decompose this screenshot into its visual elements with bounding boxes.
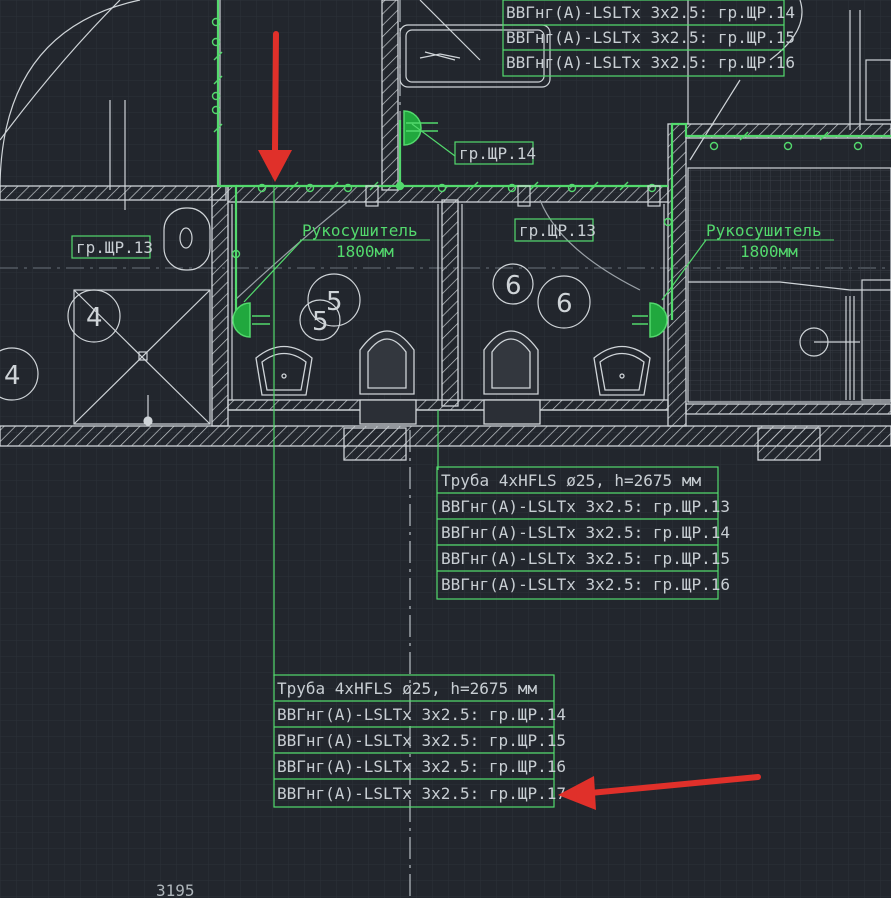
group-label-left: гр.ЩР.13 — [76, 238, 153, 257]
dimension-label: 3195 — [156, 881, 195, 898]
room-number-left-a: 4 — [86, 303, 103, 333]
group-label-middle: гр.ЩР.13 — [519, 221, 596, 240]
callout-bottom-row-3: ВВГнг(А)-LSLTx 3х2.5: гр.ЩР.15 — [277, 731, 566, 750]
top-cable-label-1: ВВГнг(А)-LSLTx 3х2.5: гр.ЩР.14 — [506, 3, 795, 22]
hand-dryer-height-left: 1800мм — [336, 242, 394, 261]
callout-middle-row-4: ВВГнг(А)-LSLTx 3х2.5: гр.ЩР.15 — [441, 549, 730, 568]
group-label-middle-top: гр.ЩР.14 — [459, 144, 536, 163]
room-number-right-a: 6 — [505, 271, 522, 301]
callout-middle-row-3: ВВГнг(А)-LSLTx 3х2.5: гр.ЩР.14 — [441, 523, 730, 542]
callout-bottom-row-4: ВВГнг(А)-LSLTx 3х2.5: гр.ЩР.16 — [277, 757, 566, 776]
room-number-mid-b: 5 — [312, 307, 329, 337]
floor-plan: ВВГнг(А)-LSLTx 3х2.5: гр.ЩР.14 ВВГнг(А)-… — [0, 0, 891, 898]
room-number-right-b: 6 — [556, 289, 573, 319]
top-cable-label-3: ВВГнг(А)-LSLTx 3х2.5: гр.ЩР.16 — [506, 53, 795, 72]
callout-middle-row-1: Труба 4хHFLS ø25, h=2675 мм — [441, 471, 701, 490]
hand-dryer-height-right: 1800мм — [740, 242, 798, 261]
top-cable-label-2: ВВГнг(А)-LSLTx 3х2.5: гр.ЩР.15 — [506, 28, 795, 47]
callout-bottom-row-1: Труба 4хHFLS ø25, h=2675 мм — [277, 679, 537, 698]
callout-bottom-row-5: ВВГнг(А)-LSLTx 3х2.5: гр.ЩР.17 — [277, 784, 566, 803]
hand-dryer-name-left: Рукосушитель — [302, 221, 418, 240]
callout-middle-row-2: ВВГнг(А)-LSLTx 3х2.5: гр.ЩР.13 — [441, 497, 730, 516]
room-number-left-b: 4 — [4, 361, 21, 391]
callout-bottom-row-2: ВВГнг(А)-LSLTx 3х2.5: гр.ЩР.14 — [277, 705, 566, 724]
hand-dryer-name-right: Рукосушитель — [706, 221, 822, 240]
callout-middle-row-5: ВВГнг(А)-LSLTx 3х2.5: гр.ЩР.16 — [441, 575, 730, 594]
cad-drawing-canvas[interactable]: ВВГнг(А)-LSLTx 3х2.5: гр.ЩР.14 ВВГнг(А)-… — [0, 0, 891, 898]
